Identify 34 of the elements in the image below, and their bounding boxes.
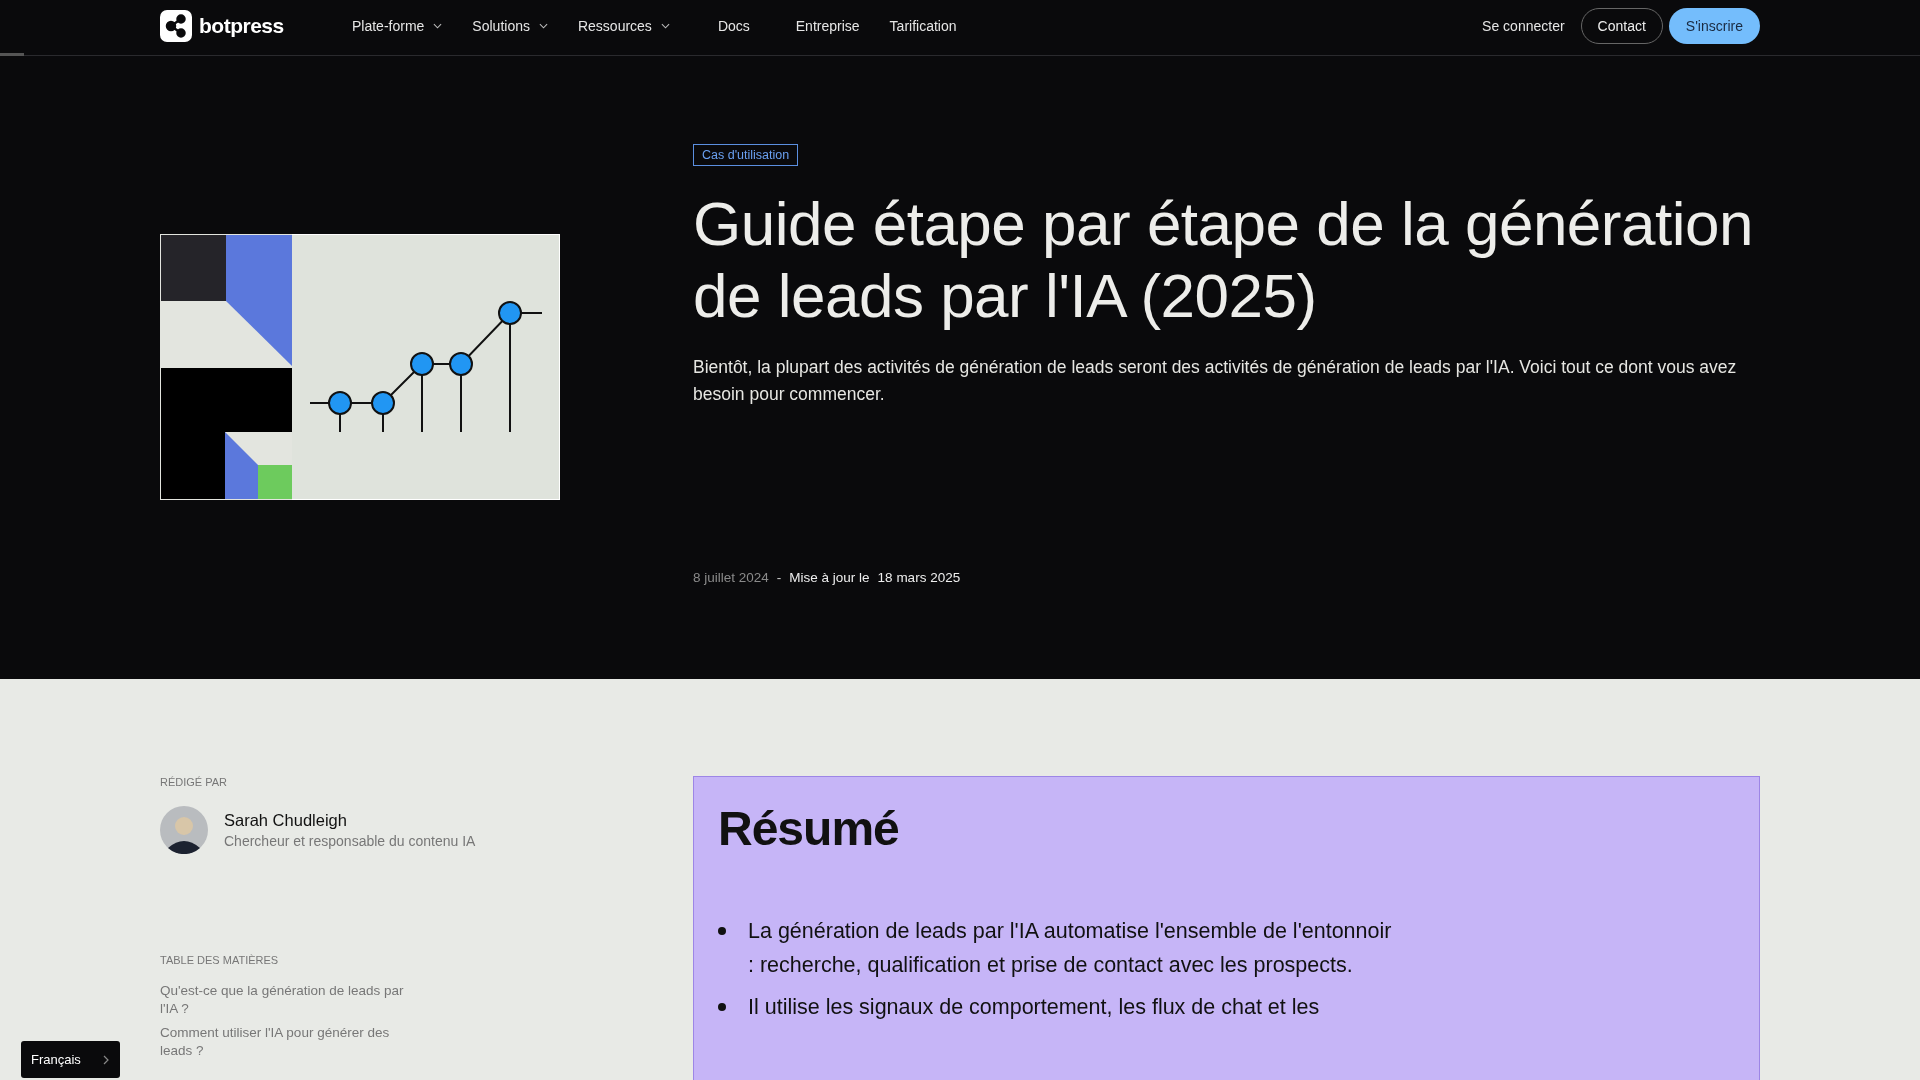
article-description: Bientôt, la plupart des activités de génération de leads seront des activités de génération de leads par l'IA. Voici tout ce dont vous avez besoin pour commencer. <box>693 356 1738 406</box>
brand-name[interactable]: botpress <box>199 14 284 38</box>
nav-link[interactable]: Solutions <box>472 18 548 34</box>
language-button[interactable]: Français <box>21 1041 120 1078</box>
updated-date: 18 mars 2025 <box>877 570 961 585</box>
author-role: Chercheur et responsable du contenu IA <box>224 833 476 849</box>
publish-date: 8 juillet 2024 <box>693 570 769 585</box>
date-separator: - <box>776 570 782 585</box>
chevron-down-icon <box>660 23 670 29</box>
avatar <box>160 806 208 854</box>
toc-title: TABLE DES MATIÈRES <box>160 954 279 966</box>
chevron-down-icon <box>433 23 443 29</box>
toc-link[interactable]: Qu'est-ce que la génération de leads par l'IA ? <box>160 982 410 1018</box>
summary-point: La génération de leads par l'IA automatise l'ensemble de l'entonnoir : recherche, qualification et prise de contact avec les prospects. <box>748 918 1393 979</box>
nav-link[interactable]: Tarification <box>889 18 957 34</box>
author-name[interactable]: Sarah Chudleigh <box>224 811 476 830</box>
nav-link[interactable]: Entreprise <box>795 18 860 34</box>
nav-link[interactable]: Ressources <box>577 18 670 34</box>
logo-icon <box>160 10 192 42</box>
updated-label: Mise à jour le <box>789 570 870 585</box>
summary-point: Il utilise les signaux de comportement, les flux de chat et les <box>748 994 1320 1021</box>
article-title: Guide étape par étape de la génération de leads par l'IA (2025) <box>693 188 1754 332</box>
nav-link[interactable]: Docs <box>717 18 750 34</box>
chevron-right-icon <box>103 1054 109 1065</box>
category-tag[interactable]: Cas d'utilisation <box>693 144 799 166</box>
toc-link[interactable]: Comment utiliser l'IA pour générer des leads ? <box>160 1024 410 1060</box>
summary-title: Résumé <box>718 801 900 856</box>
bullet-dot-icon <box>718 927 726 935</box>
login-link[interactable]: Se connecter <box>1482 18 1565 34</box>
chevron-down-icon <box>538 23 548 29</box>
author-label: RÉDIGÉ PAR <box>160 776 228 788</box>
bullet-dot-icon <box>718 1003 726 1011</box>
nav-link[interactable]: Plate-forme <box>352 18 443 34</box>
signup-button[interactable]: S'inscrire <box>1668 8 1760 44</box>
